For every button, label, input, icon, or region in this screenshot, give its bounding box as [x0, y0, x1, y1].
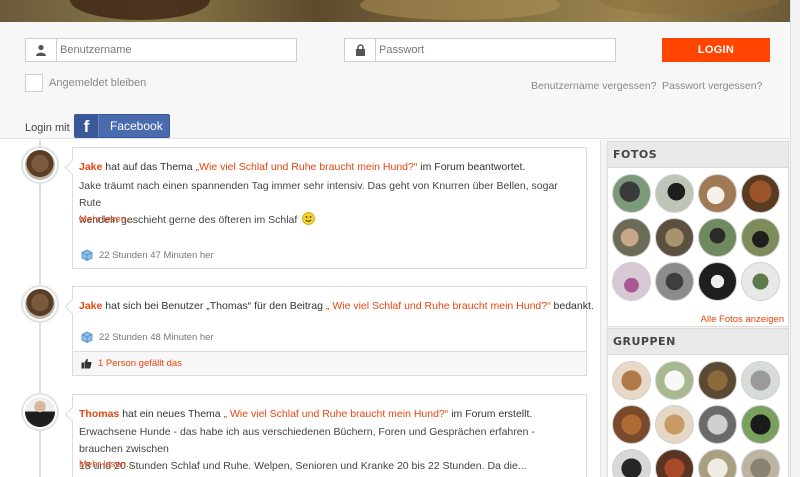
likes-count-link[interactable]: 1 Person gefällt das: [98, 358, 182, 369]
feed-excerpt-line: Erwachsene Hunde - das habe ich aus vers…: [79, 426, 535, 455]
groups-grid: [608, 355, 788, 477]
forgot-password-link[interactable]: Passwort vergessen?: [662, 80, 762, 92]
photo-thumbnail[interactable]: [655, 218, 694, 257]
feed-item-headline: Jake hat sich bei Benutzer „Thomas“ für …: [79, 300, 594, 312]
remember-label: Angemeldet bleiben: [49, 77, 147, 89]
group-thumbnail[interactable]: [741, 449, 780, 477]
feed-action-text: im Forum beantwortet.: [420, 161, 526, 173]
feed-excerpt: Erwachsene Hunde - das habe ich aus vers…: [79, 424, 579, 475]
feed-action-text: im Forum erstellt.: [451, 408, 533, 420]
timestamp-text: 22 Stunden 47 Minuten her: [99, 249, 214, 261]
feed-topic-link[interactable]: „Wie viel Schlaf und Ruhe braucht mein H…: [196, 161, 418, 173]
page-scroll-edge: [790, 0, 800, 477]
username-input[interactable]: [60, 41, 290, 59]
login-button[interactable]: LOGIN: [662, 38, 770, 62]
password-field[interactable]: [344, 38, 616, 62]
photos-panel-title: FOTOS: [608, 142, 788, 168]
timestamp-text: 22 Stunden 48 Minuten her: [99, 331, 214, 343]
photo-thumbnail[interactable]: [612, 218, 651, 257]
group-thumbnail[interactable]: [612, 449, 651, 477]
feed-excerpt-line: 18 und 20 Stunden Schlaf und Ruhe. Welpe…: [79, 460, 527, 472]
feed-item: Jake hat sich bei Benutzer „Thomas“ für …: [72, 286, 594, 352]
thumbs-up-icon[interactable]: [81, 358, 92, 369]
avatar-jake[interactable]: [21, 285, 59, 323]
group-thumbnail[interactable]: [655, 449, 694, 477]
cube-icon: [81, 249, 93, 261]
feed-user-link[interactable]: Jake: [79, 161, 102, 173]
read-more-link[interactable]: Mehr lesen...: [79, 214, 134, 225]
photo-thumbnail[interactable]: [698, 262, 737, 301]
group-thumbnail[interactable]: [612, 405, 651, 444]
photo-thumbnail[interactable]: [741, 174, 780, 213]
facebook-label: Facebook: [110, 119, 163, 133]
feed-action-text: hat auf das Thema: [105, 161, 193, 173]
remember-checkbox[interactable]: [25, 74, 43, 92]
group-thumbnail[interactable]: [655, 361, 694, 400]
facebook-icon: f: [75, 115, 99, 137]
login-panel: LOGIN Angemeldet bleiben Benutzername ve…: [0, 22, 790, 139]
photos-panel: FOTOS Alle Fotos anzeigen: [607, 141, 789, 327]
facebook-login-button[interactable]: f Facebook: [74, 114, 170, 138]
group-thumbnail[interactable]: [612, 361, 651, 400]
groups-panel: GRUPPEN: [607, 328, 789, 477]
lock-icon: [345, 39, 376, 61]
cube-icon: [81, 331, 93, 343]
feed-item: Jake hat auf das Thema „Wie viel Schlaf …: [72, 147, 587, 269]
feed-action-text: hat sich bei Benutzer „Thomas“ für den B…: [105, 300, 323, 312]
feed-user-link[interactable]: Thomas: [79, 408, 119, 420]
group-thumbnail[interactable]: [741, 405, 780, 444]
password-input[interactable]: [379, 41, 609, 59]
group-thumbnail[interactable]: [698, 361, 737, 400]
feed-topic-link[interactable]: „ Wie viel Schlaf und Ruhe braucht mein …: [326, 300, 551, 312]
group-thumbnail[interactable]: [698, 405, 737, 444]
avatar-thomas[interactable]: [21, 393, 59, 431]
feed-user-link[interactable]: Jake: [79, 300, 102, 312]
feed-action-text: bedankt.: [553, 300, 594, 312]
feed-action-text: hat ein neues Thema: [122, 408, 221, 420]
photo-thumbnail[interactable]: [655, 262, 694, 301]
photo-thumbnail[interactable]: [698, 174, 737, 213]
header-banner-image: [0, 0, 790, 22]
photos-grid: [608, 168, 788, 301]
forgot-username-link[interactable]: Benutzername vergessen?: [531, 80, 657, 92]
login-with-label: Login mit: [25, 122, 70, 134]
smiley-icon: [302, 212, 316, 225]
feed-excerpt-line: Jake träumt nach einen spannenden Tag im…: [79, 180, 558, 209]
feed-topic-link[interactable]: „ Wie viel Schlaf und Ruhe braucht mein …: [224, 408, 449, 420]
remember-me[interactable]: Angemeldet bleiben: [25, 74, 146, 92]
group-thumbnail[interactable]: [741, 361, 780, 400]
photo-thumbnail[interactable]: [698, 218, 737, 257]
photo-thumbnail[interactable]: [741, 218, 780, 257]
photo-thumbnail[interactable]: [741, 262, 780, 301]
feed-item-headline: Jake hat auf das Thema „Wie viel Schlaf …: [79, 161, 525, 173]
photo-thumbnail[interactable]: [655, 174, 694, 213]
feed-item-headline: Thomas hat ein neues Thema „ Wie viel Sc…: [79, 408, 532, 420]
avatar-jake[interactable]: [21, 146, 59, 184]
feed-item: Thomas hat ein neues Thema „ Wie viel Sc…: [72, 394, 587, 477]
groups-panel-title: GRUPPEN: [608, 329, 788, 355]
group-thumbnail[interactable]: [655, 405, 694, 444]
photo-thumbnail[interactable]: [612, 262, 651, 301]
photo-thumbnail[interactable]: [612, 174, 651, 213]
user-icon: [26, 39, 57, 61]
username-field[interactable]: [25, 38, 297, 62]
feed-timestamp: 22 Stunden 47 Minuten her: [81, 249, 214, 261]
read-more-link[interactable]: Mehr lesen...: [79, 459, 134, 470]
feed-excerpt: Jake träumt nach einen spannenden Tag im…: [79, 178, 579, 229]
group-thumbnail[interactable]: [698, 449, 737, 477]
feed-timestamp: 22 Stunden 48 Minuten her: [81, 331, 214, 343]
likes-bar: 1 Person gefällt das: [72, 352, 587, 376]
all-photos-link[interactable]: Alle Fotos anzeigen: [701, 314, 784, 325]
